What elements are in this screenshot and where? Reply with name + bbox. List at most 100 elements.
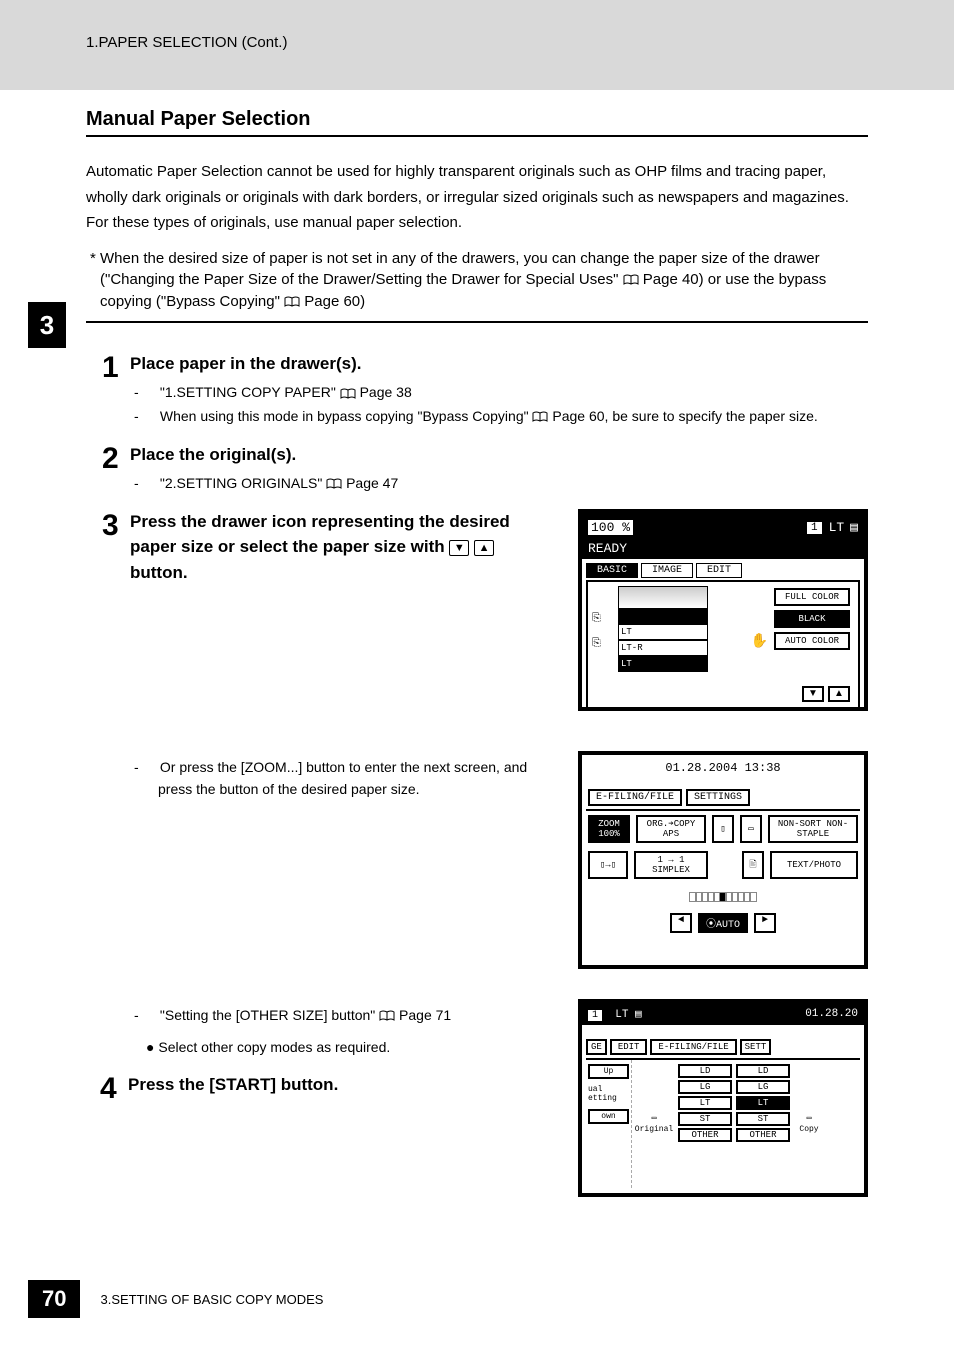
item-ref: Page 47: [346, 475, 398, 491]
arrow-down-icon: ▼: [449, 540, 469, 556]
tab-basic[interactable]: BASIC: [586, 563, 638, 578]
down-button[interactable]: own: [588, 1109, 629, 1124]
size-lt-button[interactable]: LT: [678, 1096, 732, 1110]
status-ready: READY: [582, 541, 864, 559]
simplex-button[interactable]: 1 → 1 SIMPLEX: [634, 851, 708, 879]
drawer-ltr[interactable]: LT-R: [618, 640, 708, 656]
original-label: Original: [635, 1125, 673, 1134]
title-part-b: button.: [130, 563, 188, 582]
note-ref-a: Page 40: [643, 271, 699, 288]
step-title: Place paper in the drawer(s).: [130, 351, 868, 377]
item-tail: , be sure to specify the paper size.: [605, 408, 818, 424]
arrow-up-button[interactable]: ▲: [828, 686, 850, 702]
book-icon: [623, 274, 639, 286]
book-icon: [284, 296, 300, 308]
asterisk: *: [90, 250, 96, 267]
dash: -: [146, 382, 156, 404]
duplex-icon[interactable]: ▯→▯: [588, 851, 628, 879]
copy-count: 1: [806, 521, 823, 535]
tab-image[interactable]: IMAGE: [641, 563, 693, 578]
item-ref: Page 71: [399, 1007, 451, 1023]
size-lg-button[interactable]: LG: [736, 1080, 790, 1094]
lcd-screenshot-zoom: 1 LT ▤ 01.28.20 GE EDIT E-FILING/FILE SE…: [578, 999, 868, 1197]
tab-efiling[interactable]: E-FILING/FILE: [650, 1039, 736, 1055]
size-other-button[interactable]: OTHER: [736, 1128, 790, 1142]
tab-edit[interactable]: EDIT: [696, 563, 742, 578]
item-text: "2.SETTING ORIGINALS": [160, 475, 322, 491]
size-ld-button[interactable]: LD: [678, 1064, 732, 1078]
size-lt-button-selected[interactable]: LT: [736, 1096, 790, 1110]
book-icon: [340, 388, 356, 400]
org-copy-button[interactable]: ORG.➔COPY APS: [636, 815, 706, 843]
size-other-button[interactable]: OTHER: [678, 1128, 732, 1142]
tab-sett[interactable]: SETT: [740, 1039, 772, 1055]
black-button[interactable]: BLACK: [774, 610, 850, 628]
step-title: Press the drawer icon representing the d…: [130, 509, 548, 586]
auto-color-button[interactable]: AUTO COLOR: [774, 632, 850, 650]
size-ld-button[interactable]: LD: [736, 1064, 790, 1078]
copy-icon: ▭: [807, 1113, 812, 1123]
footer-text: 3.SETTING OF BASIC COPY MODES: [100, 1292, 323, 1307]
tab-ge[interactable]: GE: [586, 1039, 607, 1055]
step-3: 3 Press the drawer icon representing the…: [102, 509, 868, 1197]
copy-size-column: LD LG LT ST OTHER: [734, 1060, 792, 1188]
step-number: 2: [102, 444, 130, 474]
zoom-button[interactable]: ZOOM 100%: [588, 815, 630, 843]
dash: -: [146, 406, 156, 428]
item-text: "1.SETTING COPY PAPER": [160, 384, 336, 400]
asterisk-note: * When the desired size of paper is not …: [86, 248, 868, 313]
size-st-button[interactable]: ST: [736, 1112, 790, 1126]
nonsort-button[interactable]: NON-SORT NON-STAPLE: [768, 815, 858, 843]
drawer-lt[interactable]: LT: [618, 624, 708, 640]
density-right-button[interactable]: ►: [754, 913, 776, 933]
tab-efiling[interactable]: E-FILING/FILE: [588, 789, 682, 806]
copy-label: Copy: [799, 1125, 818, 1134]
chapter-tab: 3: [28, 302, 66, 348]
step-2: 2 Place the original(s). - "2.SETTING OR…: [102, 442, 868, 497]
dash: -: [146, 473, 156, 495]
list-item: - When using this mode in bypass copying…: [144, 406, 868, 428]
drawer-selected[interactable]: [618, 608, 708, 624]
hand-icon: ✋: [751, 632, 768, 649]
drawer-lt2[interactable]: LT: [618, 656, 708, 672]
item-ref: Page 38: [360, 384, 412, 400]
step-number: 4: [100, 1074, 128, 1104]
item-text: Or press the [ZOOM...] button to enter t…: [158, 759, 527, 797]
zoom-value: 100 %: [588, 520, 633, 535]
note-text-c: ): [360, 293, 365, 310]
paper-icon: ▤: [850, 520, 858, 535]
step-number: 1: [102, 353, 130, 383]
label-fragment: ual etting: [588, 1085, 629, 1103]
note-ref-b: Page 60: [304, 293, 360, 310]
full-color-button[interactable]: FULL COLOR: [774, 588, 850, 606]
lcd-screenshot-basic: 100 % 1 LT ▤ READY BASIC IMAGE: [578, 509, 868, 711]
up-button[interactable]: Up: [588, 1064, 629, 1079]
page-mode-icon[interactable]: ▭: [740, 815, 762, 843]
item-text: When using this mode in bypass copying "…: [160, 408, 529, 424]
textphoto-button[interactable]: TEXT/PHOTO: [770, 851, 858, 879]
size-st-button[interactable]: ST: [678, 1112, 732, 1126]
doc-type-icon[interactable]: 🖹: [742, 851, 764, 879]
section-title: Manual Paper Selection: [86, 108, 868, 137]
tab-edit[interactable]: EDIT: [610, 1039, 648, 1055]
density-slider: [582, 883, 864, 913]
book-mode-icon[interactable]: ▯: [712, 815, 734, 843]
size-lg-button[interactable]: LG: [678, 1080, 732, 1094]
paper-size-badge: LT: [829, 520, 845, 535]
density-left-button[interactable]: ◄: [670, 913, 692, 933]
copy-count: 1: [588, 1010, 602, 1021]
step-title: Press the [START] button.: [128, 1072, 548, 1098]
arrow-up-icon: ▲: [474, 540, 494, 556]
list-item: - Or press the [ZOOM...] button to enter…: [144, 757, 548, 800]
dash: -: [146, 757, 156, 779]
step-number: 3: [102, 511, 130, 541]
drawer-stack[interactable]: LT LT-R LT: [618, 586, 708, 672]
book-icon: [326, 478, 342, 490]
book-icon: [532, 411, 548, 423]
list-item: - "2.SETTING ORIGINALS" Page 47: [144, 473, 868, 495]
arrow-down-button[interactable]: ▼: [802, 686, 824, 702]
intro-paragraph: Automatic Paper Selection cannot be used…: [86, 159, 868, 236]
datetime-partial: 01.28.20: [805, 1008, 858, 1020]
auto-density-button[interactable]: ⦿AUTO: [698, 913, 748, 933]
tab-settings[interactable]: SETTINGS: [686, 789, 750, 806]
